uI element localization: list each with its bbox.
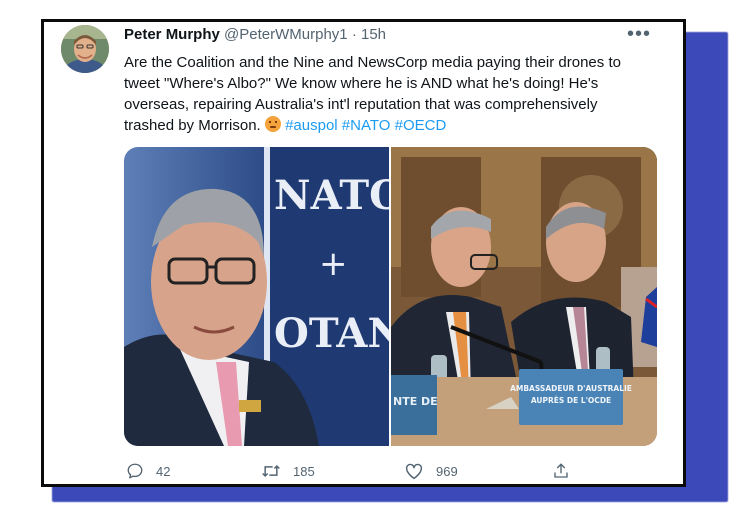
- side-placard-text: NTE DE: [393, 395, 438, 408]
- angry-face-emoji-icon: [264, 116, 281, 132]
- retweet-count: 185: [293, 463, 315, 479]
- like-count: 969: [436, 463, 458, 479]
- tweet-text-line: overseas, repairing Australia's int'l re…: [124, 96, 598, 113]
- reply-count: 42: [156, 463, 171, 479]
- timestamp[interactable]: 15h: [361, 26, 386, 43]
- reply-icon: [127, 463, 143, 479]
- author-handle[interactable]: @PeterWMurphy1: [224, 26, 348, 43]
- heart-icon: [405, 463, 423, 480]
- more-icon: •••: [626, 23, 651, 45]
- tweet-text-line: trashed by Morrison.: [124, 117, 261, 134]
- hashtag-auspol[interactable]: #auspol: [285, 117, 338, 134]
- photo-nato-summit[interactable]: NATO + OTAN: [124, 147, 404, 446]
- nato-sign-plus: +: [319, 244, 348, 284]
- tweet-actions: 42 185 969: [124, 462, 574, 482]
- retweet-icon: [262, 464, 280, 478]
- tweet-card: Peter Murphy @PeterWMurphy1 · 15h ••• Ar…: [41, 19, 686, 487]
- placard-line-1: AMBASSADEUR D'AUSTRALIE: [510, 384, 632, 393]
- hashtag-nato[interactable]: #NATO: [342, 117, 391, 134]
- avatar[interactable]: [61, 25, 109, 73]
- photo-oecd-meeting[interactable]: NTE DE AMBASSADEUR D'AUSTRALIE AUPRÈS DE…: [391, 147, 657, 446]
- tweet-text-line: tweet "Where's Albo?" We know where he i…: [124, 75, 599, 92]
- tweet-header: Peter Murphy @PeterWMurphy1 · 15h: [124, 26, 386, 43]
- retweet-button[interactable]: 185: [261, 462, 315, 480]
- placard-line-2: AUPRÈS DE L'OCDE: [531, 396, 611, 405]
- tweet-text: Are the Coalition and the Nine and NewsC…: [124, 52, 664, 136]
- share-icon: [554, 463, 568, 478]
- nato-sign-text: NATO: [274, 172, 389, 219]
- share-button[interactable]: [552, 462, 570, 480]
- author-name[interactable]: Peter Murphy: [124, 26, 220, 43]
- separator-dot: ·: [351, 26, 357, 43]
- tweet-text-line: Are the Coalition and the Nine and NewsC…: [124, 54, 621, 71]
- hashtag-oecd[interactable]: #OECD: [395, 117, 447, 134]
- tweet-text-last-line: trashed by Morrison. #auspol #NATO #OECD: [124, 115, 664, 136]
- otan-sign-text: OTAN: [274, 310, 389, 357]
- more-options-button[interactable]: •••: [627, 24, 651, 44]
- reply-button[interactable]: 42: [126, 462, 170, 480]
- like-button[interactable]: 969: [404, 462, 458, 480]
- tweet-media: NATO + OTAN NTE DE AMBASSADEUR D'AUSTRAL…: [124, 147, 657, 446]
